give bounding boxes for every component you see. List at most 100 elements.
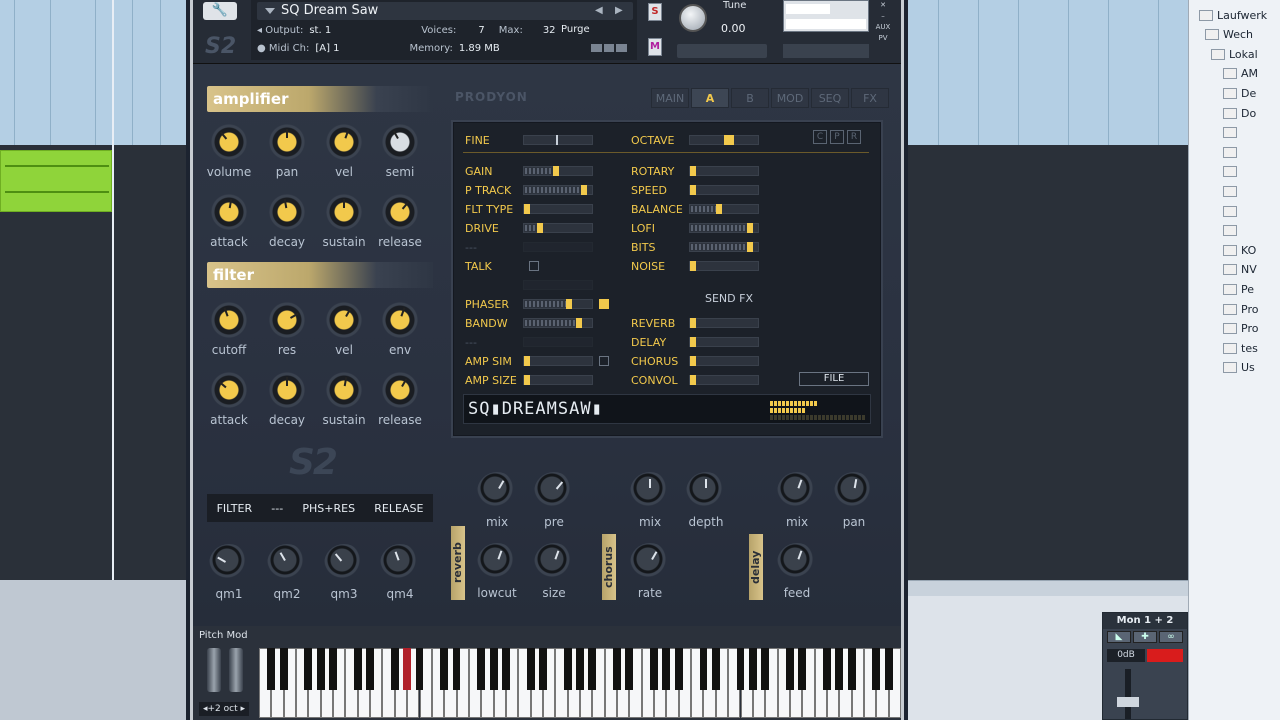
black-key[interactable]	[489, 648, 498, 690]
macro-label[interactable]: PHS+RES	[302, 502, 355, 515]
tab-main[interactable]: MAIN	[651, 88, 689, 108]
browser-item[interactable]	[1223, 202, 1241, 220]
browser-item[interactable]: Laufwerk	[1199, 6, 1267, 24]
bits-slider[interactable]	[689, 242, 759, 252]
instrument-name-bar[interactable]: SQ Dream Saw ◀ ▶	[257, 2, 633, 20]
black-key[interactable]	[366, 648, 375, 690]
slider-handle[interactable]	[747, 242, 753, 252]
horizontal-scrollbar[interactable]	[908, 580, 1188, 596]
browser-item[interactable]: Lokal	[1211, 45, 1258, 63]
slider-handle[interactable]	[524, 375, 530, 385]
delay-tab[interactable]: delay	[749, 534, 763, 600]
tab-seq[interactable]: SEQ	[811, 88, 849, 108]
slider-handle[interactable]	[747, 223, 753, 233]
black-key[interactable]	[761, 648, 770, 690]
filter-decay-knob[interactable]	[267, 370, 307, 410]
tab-b[interactable]: B	[731, 88, 769, 108]
cpr-r-button[interactable]: R	[847, 130, 861, 144]
delay-slider[interactable]	[689, 337, 759, 347]
next-instrument-icon[interactable]: ▶	[615, 2, 623, 20]
browser-item[interactable]: Pe	[1223, 280, 1254, 298]
reverb-pre-knob[interactable]	[534, 472, 574, 512]
black-key[interactable]	[650, 648, 659, 690]
rotary-slider[interactable]	[689, 166, 759, 176]
timeline-ruler[interactable]	[0, 0, 186, 145]
browser-item[interactable]	[1223, 124, 1241, 142]
black-key[interactable]	[267, 648, 276, 690]
fine-slider[interactable]	[523, 135, 593, 145]
pitch-wheel[interactable]	[207, 648, 221, 692]
slider-handle[interactable]	[716, 204, 722, 214]
slider-handle[interactable]	[566, 299, 572, 309]
black-key[interactable]	[662, 648, 671, 690]
chorus-slider[interactable]	[689, 356, 759, 366]
black-key[interactable]	[501, 648, 510, 690]
link-button[interactable]: ∞	[1159, 631, 1183, 643]
tune-value[interactable]: 0.00	[721, 22, 746, 35]
cpr-c-button[interactable]: C	[813, 130, 827, 144]
volume-slider[interactable]	[783, 44, 869, 58]
browser-item[interactable]: KO	[1223, 241, 1256, 259]
amp-attack-knob[interactable]	[209, 192, 249, 232]
speed-slider[interactable]	[689, 185, 759, 195]
macro-label[interactable]: ---	[271, 502, 283, 515]
output-select[interactable]: st. 1	[309, 25, 331, 36]
filter-res-knob[interactable]	[267, 300, 307, 340]
browser-item[interactable]: Wech	[1205, 26, 1253, 44]
black-key[interactable]	[539, 648, 547, 690]
slider-handle[interactable]	[690, 375, 696, 385]
delay-feed-knob[interactable]	[777, 543, 817, 583]
mute-button[interactable]: M	[648, 38, 662, 56]
max-voices-value[interactable]: 32	[543, 25, 556, 36]
black-key[interactable]	[576, 648, 584, 690]
balance-slider[interactable]	[689, 204, 759, 214]
reverb-mix-knob[interactable]	[477, 472, 517, 512]
amp-sustain-knob[interactable]	[324, 192, 364, 232]
filter-attack-knob[interactable]	[209, 370, 249, 410]
file-button[interactable]: FILE	[799, 372, 869, 386]
mod-wheel[interactable]	[229, 648, 243, 692]
black-key[interactable]	[835, 648, 844, 690]
reverb-lowcut-knob[interactable]	[477, 543, 517, 583]
phaser-slider[interactable]	[523, 299, 593, 309]
slider-handle[interactable]	[576, 318, 582, 328]
black-key[interactable]	[822, 648, 831, 690]
black-key[interactable]	[625, 648, 634, 690]
collapse-triangle-icon[interactable]	[265, 8, 275, 14]
convol-slider[interactable]	[689, 375, 759, 385]
black-key[interactable]	[872, 648, 881, 690]
black-key[interactable]	[847, 648, 856, 690]
octave-slider[interactable]	[689, 135, 759, 145]
slider-handle[interactable]	[524, 204, 530, 214]
amp-vel-knob[interactable]	[324, 122, 364, 162]
drive-slider[interactable]	[523, 223, 593, 233]
purge-button[interactable]: Purge	[561, 24, 590, 35]
black-key[interactable]	[279, 648, 288, 690]
qm1-knob[interactable]	[209, 544, 249, 584]
black-key[interactable]	[403, 648, 412, 690]
cpr-p-button[interactable]: P	[830, 130, 844, 144]
bandw-slider[interactable]	[523, 318, 593, 328]
black-key[interactable]	[316, 648, 325, 690]
browser-item[interactable]	[1223, 143, 1241, 161]
amp-release-knob[interactable]	[380, 192, 420, 232]
slider-handle[interactable]	[537, 223, 543, 233]
chorus-depth-knob[interactable]	[686, 472, 726, 512]
browser-item[interactable]: De	[1223, 84, 1256, 102]
black-key[interactable]	[415, 648, 424, 690]
lofi-slider[interactable]	[689, 223, 759, 233]
black-key[interactable]	[353, 648, 362, 690]
timeline-ruler-right[interactable]	[908, 0, 1188, 145]
browser-item[interactable]: Us	[1223, 359, 1255, 377]
browser-item[interactable]: Do	[1223, 104, 1256, 122]
slider-handle[interactable]	[581, 185, 587, 195]
black-key[interactable]	[329, 648, 338, 690]
black-key[interactable]	[304, 648, 313, 690]
octave-shift-control[interactable]: ◂+2 oct ▸	[199, 702, 249, 716]
browser-item[interactable]: Pro	[1223, 320, 1258, 338]
black-key[interactable]	[699, 648, 708, 690]
reverb-tab[interactable]: reverb	[451, 526, 465, 600]
macro-label[interactable]: RELEASE	[374, 502, 423, 515]
delay-mix-knob[interactable]	[777, 472, 817, 512]
pan-slider[interactable]	[677, 44, 767, 58]
